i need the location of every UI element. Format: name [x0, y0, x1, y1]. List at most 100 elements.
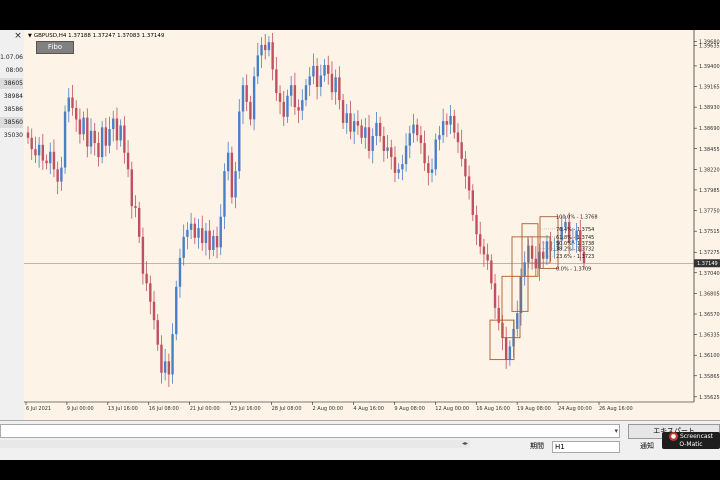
notify-button[interactable]: 通知 [640, 441, 654, 451]
candle-body [74, 107, 78, 120]
candle-body [434, 139, 437, 170]
candle-body [419, 135, 423, 144]
candle-body [163, 361, 167, 373]
candle-body [189, 223, 193, 230]
y-tick-label: 1.36335 [699, 333, 720, 339]
candle-body [78, 119, 82, 135]
candle-body [41, 144, 45, 161]
panel-row[interactable]: 1.07.06 [0, 52, 23, 63]
y-tick-label: 1.38930 [699, 105, 720, 111]
y-tick-label: 1.37515 [699, 229, 720, 235]
current-price-label: 1.37149 [697, 261, 718, 267]
candle-body [467, 176, 471, 191]
candle-body [182, 236, 185, 258]
candle-body [315, 65, 319, 87]
x-tick-label: 21 Jul 00:00 [190, 406, 220, 412]
candle-body [386, 147, 389, 151]
candle-body [471, 190, 474, 215]
y-tick-label: 1.37040 [699, 271, 720, 277]
candle-body [297, 107, 300, 111]
candle-body [108, 129, 111, 146]
candle-body [167, 361, 171, 375]
close-icon[interactable]: × [13, 31, 23, 41]
candle-body [401, 164, 404, 170]
x-tick-label: 28 Jul 08:00 [272, 406, 302, 412]
candle-body [482, 246, 486, 255]
candle-body [152, 301, 156, 321]
candle-body [275, 69, 278, 94]
scroll-arrow-icon[interactable]: ◂▸ [462, 441, 468, 447]
period-select[interactable]: H1 [552, 441, 620, 453]
panel-row[interactable]: 38560 [0, 117, 23, 128]
candle-body [115, 118, 119, 141]
candle-body [464, 158, 467, 177]
x-tick-label: 23 Jul 16:00 [231, 406, 261, 412]
x-tick-label: 24 Aug 00:00 [558, 406, 592, 412]
candle-body [449, 115, 452, 125]
candle-body [260, 44, 263, 56]
x-tick-label: 16 Jul 08:00 [149, 406, 179, 412]
candle-body [301, 100, 304, 111]
panel-row[interactable]: 38984 [0, 91, 23, 102]
candle-body [530, 245, 534, 259]
candle-body [441, 121, 445, 136]
dropdown-triangle-icon[interactable]: ▼ [28, 33, 32, 39]
chart-canvas[interactable]: 1.396801.396351.394001.391651.389301.386… [24, 30, 720, 420]
candle-body [171, 334, 174, 375]
fibo-level-label: 61.8% - 1.3745 [556, 235, 594, 241]
horizontal-scrollbar[interactable]: ◂▸ [0, 440, 470, 448]
candle-body [504, 337, 508, 360]
candle-body [37, 144, 41, 156]
candle-body [286, 95, 289, 117]
candle-body [382, 136, 386, 151]
panel-row[interactable]: 08:00 [0, 65, 23, 76]
candle-body [378, 122, 382, 137]
chevron-down-icon[interactable]: ▾ [614, 425, 618, 437]
y-tick-label: 1.35625 [699, 395, 720, 401]
candle-body [156, 320, 159, 345]
candle-body [393, 157, 397, 173]
candle-body [126, 152, 130, 170]
candle-body [141, 236, 145, 274]
candle-body [486, 254, 489, 261]
candle-body [523, 262, 526, 277]
candle-body [475, 214, 478, 235]
candle-body [360, 125, 363, 138]
candle-body [516, 313, 519, 329]
candle-body [390, 147, 393, 158]
candle-body [289, 85, 293, 96]
candle-body [130, 169, 133, 207]
command-input[interactable]: ▾ [0, 424, 620, 438]
candle-body [52, 151, 56, 170]
candle-body [456, 132, 460, 143]
market-watch-panel: × 1.07.06 08:00 38605 38984 38586 38560 … [0, 30, 25, 420]
candle-body [208, 230, 211, 251]
y-tick-label: 1.36100 [699, 353, 720, 359]
candle-body [345, 113, 348, 123]
candle-body [308, 76, 311, 86]
panel-row[interactable]: 38605 [0, 78, 23, 89]
candle-body [327, 65, 330, 74]
chart-symbol-info: ▼ GBPUSD,H4 1.37188 1.37247 1.37083 1.371… [28, 33, 164, 39]
candle-body [364, 127, 367, 138]
top-black-bar [0, 0, 720, 30]
x-tick-label: 6 Jul 2021 [26, 406, 51, 412]
panel-row[interactable]: 35030 [0, 130, 23, 141]
x-tick-label: 16 Aug 16:00 [476, 406, 510, 412]
candle-body [204, 230, 208, 243]
candle-body [356, 121, 360, 126]
candle-body [245, 85, 248, 102]
fibo-button[interactable]: Fibo [36, 41, 74, 54]
candle-body [175, 286, 178, 335]
candle-body [438, 135, 441, 140]
chart-background [24, 30, 720, 420]
candle-body [427, 163, 430, 173]
price-chart[interactable]: 1.39680 1.39635 1.39400 1.39165 1.38930 1.386… [24, 30, 720, 420]
candle-body [230, 152, 234, 198]
x-tick-label: 2 Aug 00:00 [313, 406, 344, 412]
candle-body [397, 169, 400, 173]
x-tick-label: 4 Aug 16:00 [353, 406, 384, 412]
candle-body [138, 207, 141, 237]
candle-body [323, 65, 326, 76]
panel-row[interactable]: 38586 [0, 104, 23, 115]
